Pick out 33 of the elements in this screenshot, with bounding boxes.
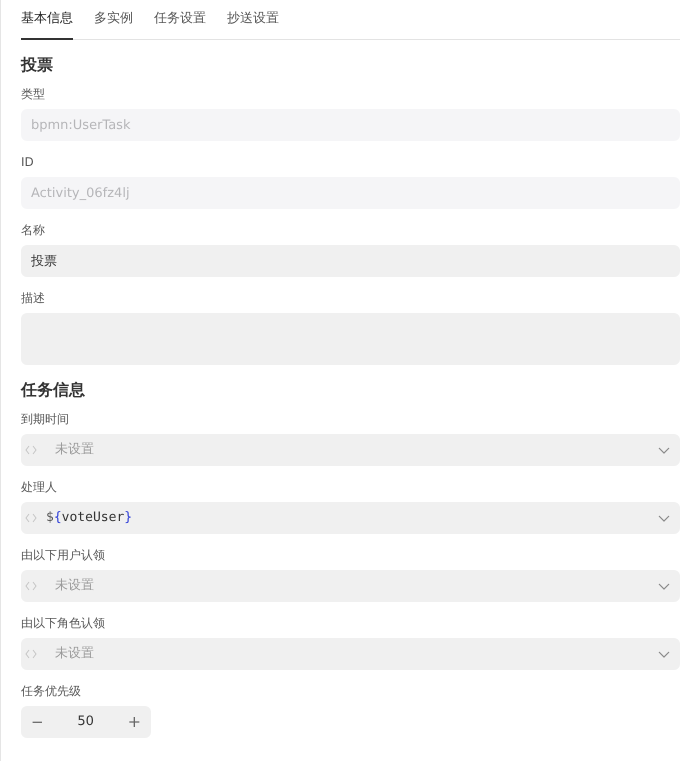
decrement-button[interactable]: − [31, 714, 44, 730]
tab[interactable]: 多实例 [94, 8, 133, 40]
field-label: 由以下用户认领 [21, 547, 105, 564]
expression-select[interactable]: ${voteUser} [21, 502, 680, 534]
field-label: 任务优先级 [21, 683, 81, 700]
code-icon [25, 649, 37, 659]
code-icon [25, 581, 37, 591]
chevron-down-icon [658, 446, 670, 454]
chevron-down-icon [658, 582, 670, 590]
stepper-value: 50 [77, 713, 94, 732]
field-label: 到期时间 [21, 411, 69, 428]
field-label: 描述 [21, 290, 45, 307]
tab[interactable]: 抄送设置 [227, 8, 279, 40]
tab[interactable]: 基本信息 [21, 8, 73, 40]
select-placeholder: 未设置 [55, 645, 94, 664]
number-stepper[interactable]: − 50 + [21, 706, 151, 738]
chevron-down-icon [658, 650, 670, 658]
code-icon [25, 445, 37, 455]
select-placeholder: 未设置 [55, 577, 94, 596]
field-label: ID [21, 154, 34, 171]
select-value: ${voteUser} [46, 509, 132, 528]
chevron-down-icon [658, 514, 670, 522]
text-field[interactable]: 投票 [21, 245, 680, 277]
section-title: 投票 [21, 54, 53, 76]
code-icon [25, 513, 37, 523]
field-label: 处理人 [21, 479, 57, 496]
section-title: 任务信息 [21, 379, 85, 401]
tab[interactable]: 任务设置 [154, 8, 206, 40]
select-placeholder: 未设置 [55, 441, 94, 460]
increment-button[interactable]: + [128, 714, 141, 730]
field-label: 由以下角色认领 [21, 615, 105, 632]
field-label: 类型 [21, 86, 45, 103]
field-label: 名称 [21, 222, 45, 239]
